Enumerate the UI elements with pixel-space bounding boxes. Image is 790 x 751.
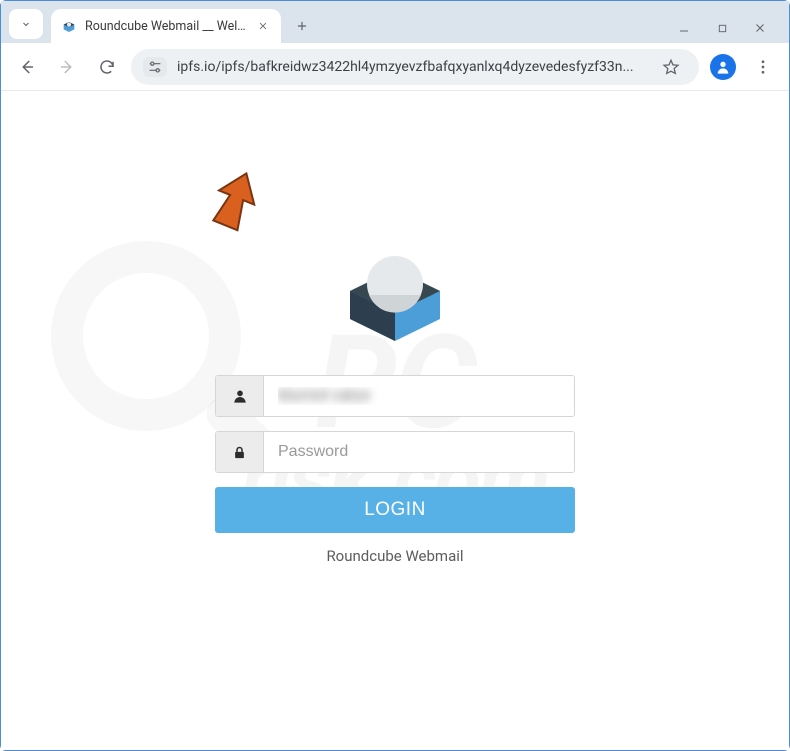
username-input[interactable] — [264, 376, 574, 416]
browser-tab[interactable]: Roundcube Webmail __ Welcom — [51, 9, 281, 43]
chevron-down-icon — [20, 18, 32, 30]
bookmark-button[interactable] — [655, 51, 687, 83]
username-row — [215, 375, 575, 417]
password-input[interactable] — [264, 432, 574, 472]
password-row — [215, 431, 575, 473]
tab-bar: Roundcube Webmail __ Welcom — [1, 1, 789, 43]
new-tab-button[interactable] — [287, 11, 317, 41]
browser-toolbar: ipfs.io/ipfs/bafkreidwz3422hl4ymzyevzfba… — [1, 43, 789, 91]
page-content: PC risk.com — [1, 91, 789, 750]
forward-button[interactable] — [51, 51, 83, 83]
reload-button[interactable] — [91, 51, 123, 83]
footer-text: Roundcube Webmail — [326, 547, 463, 565]
close-window-button[interactable] — [753, 21, 767, 35]
login-panel: LOGIN Roundcube Webmail — [215, 231, 575, 565]
site-info-button[interactable] — [143, 57, 167, 77]
pointer-arrow-annotation — [199, 169, 269, 239]
reload-icon — [98, 58, 116, 76]
plus-icon — [295, 19, 309, 33]
star-icon — [662, 58, 680, 76]
browser-menu-button[interactable] — [747, 51, 779, 83]
tab-close-button[interactable] — [255, 18, 271, 34]
window-controls — [677, 17, 781, 43]
profile-button[interactable] — [707, 51, 739, 83]
user-icon — [216, 376, 264, 416]
close-icon — [258, 21, 268, 31]
tab-favicon-icon — [61, 18, 77, 34]
arrow-right-icon — [58, 58, 76, 76]
close-icon — [754, 22, 766, 34]
minimize-icon — [678, 22, 690, 34]
avatar-icon — [710, 54, 736, 80]
arrow-left-icon — [18, 58, 36, 76]
maximize-button[interactable] — [715, 21, 729, 35]
login-button[interactable]: LOGIN — [215, 487, 575, 533]
minimize-button[interactable] — [677, 21, 691, 35]
tune-icon — [147, 59, 163, 75]
kebab-icon — [754, 58, 772, 76]
url-text: ipfs.io/ipfs/bafkreidwz3422hl4ymzyevzfba… — [177, 59, 645, 75]
back-button[interactable] — [11, 51, 43, 83]
address-bar[interactable]: ipfs.io/ipfs/bafkreidwz3422hl4ymzyevzfba… — [131, 49, 699, 85]
tab-title: Roundcube Webmail __ Welcom — [85, 19, 249, 34]
maximize-icon — [717, 23, 728, 34]
tabs-dropdown-button[interactable] — [9, 9, 43, 39]
roundcube-logo-icon — [335, 231, 455, 351]
lock-icon — [216, 432, 264, 472]
